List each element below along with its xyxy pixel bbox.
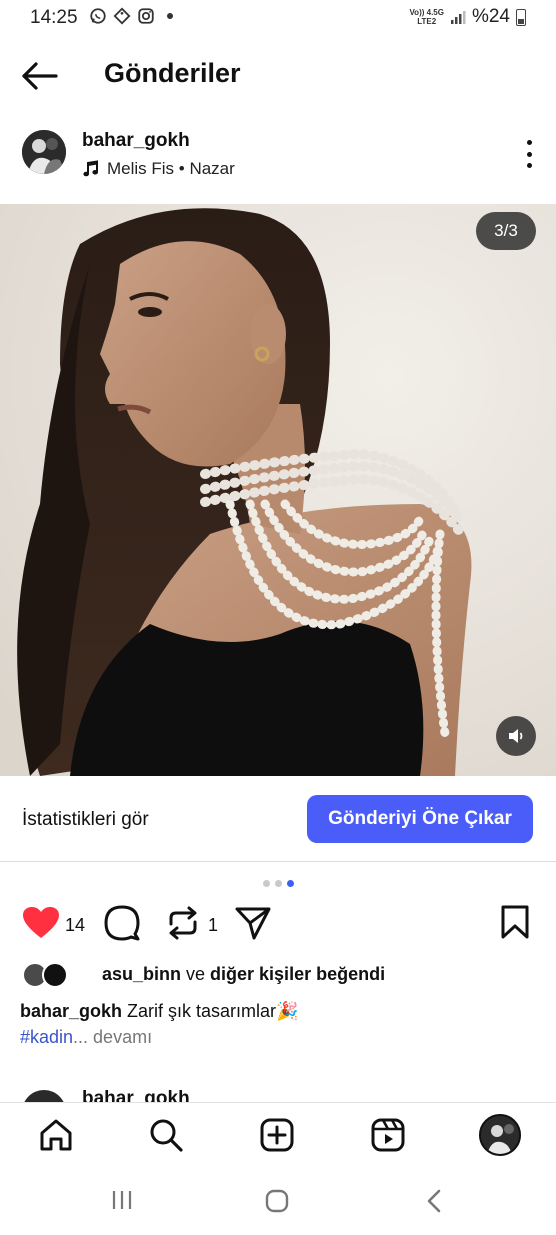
bottom-navigation — [0, 1102, 556, 1166]
status-time: 14:25 — [30, 7, 78, 28]
more-vertical-icon[interactable] — [524, 140, 534, 168]
status-bar: 14:25 Vo)) 4.5G LTE2 %24 — [0, 0, 556, 36]
signal-icon — [450, 11, 466, 24]
carousel-indicator — [263, 880, 294, 887]
caption-hashtag[interactable]: #kadin — [20, 1027, 73, 1047]
battery-percent: %24 — [471, 6, 510, 27]
page-title: Gönderiler — [104, 58, 241, 88]
system-navigation — [0, 1166, 556, 1235]
next-post-header: bahar_gokh — [0, 1084, 556, 1104]
nav-create[interactable] — [259, 1117, 295, 1153]
caption-username[interactable]: bahar_gokh — [20, 1001, 122, 1021]
recent-apps-icon[interactable] — [110, 1188, 134, 1212]
music-label: Melis Fis • Nazar — [107, 159, 235, 178]
avatar — [42, 962, 68, 988]
avatar[interactable] — [22, 130, 66, 174]
liked-by-text: asu_binn ve diğer kişiler beğendi — [102, 964, 385, 985]
battery-icon — [516, 8, 526, 26]
post-music[interactable]: Melis Fis • Nazar — [82, 159, 235, 179]
network-indicator: Vo)) 4.5G LTE2 — [409, 8, 444, 26]
whatsapp-icon — [90, 8, 106, 24]
music-note-icon — [83, 160, 98, 177]
carousel-dot-active — [287, 880, 294, 887]
post-caption: bahar_gokh Zarif şık tasarımlar🎉 #kadin.… — [20, 998, 540, 1050]
carousel-dot — [275, 880, 282, 887]
system-back-icon[interactable] — [424, 1188, 444, 1214]
reels-icon — [371, 1118, 405, 1152]
liked-by-row[interactable]: asu_binn ve diğer kişiler beğendi — [22, 960, 542, 990]
avatar-photo — [22, 130, 66, 174]
post-actions: 14 1 — [0, 900, 556, 950]
repost-icon[interactable] — [164, 904, 202, 942]
avatar — [479, 1114, 521, 1156]
view-insights-link[interactable]: İstatistikleri gör — [22, 809, 149, 831]
status-system-icons: Vo)) 4.5G LTE2 %24 — [409, 6, 526, 28]
nav-home[interactable] — [38, 1117, 74, 1153]
nav-reels[interactable] — [370, 1117, 406, 1153]
heart-filled-icon[interactable] — [22, 906, 60, 940]
plus-square-icon — [260, 1118, 294, 1152]
speaker-icon[interactable] — [496, 716, 536, 756]
comment-icon[interactable] — [103, 904, 141, 942]
post-username[interactable]: bahar_gokh — [82, 130, 190, 152]
boost-post-button[interactable]: Gönderiyi Öne Çıkar — [307, 795, 533, 843]
image-counter: 3/3 — [476, 212, 536, 250]
app-header: Gönderiler — [0, 36, 556, 116]
carousel-dot — [263, 880, 270, 887]
like-count[interactable]: 14 — [65, 915, 85, 936]
arrow-left-icon[interactable] — [20, 58, 60, 94]
caption-more-link[interactable]: ... devamı — [73, 1027, 152, 1047]
post-header: bahar_gokh Melis Fis • Nazar — [0, 116, 556, 204]
repost-count[interactable]: 1 — [208, 915, 218, 936]
post-photo — [0, 204, 556, 776]
nav-search[interactable] — [148, 1117, 184, 1153]
network-top-label: Vo)) 4.5G — [409, 8, 444, 17]
system-home-icon[interactable] — [264, 1188, 290, 1214]
instagram-icon — [138, 8, 154, 24]
liked-by-others[interactable]: diğer kişiler beğendi — [210, 964, 385, 984]
network-bottom-label: LTE2 — [417, 17, 437, 26]
liked-by-user[interactable]: asu_binn — [102, 964, 181, 984]
nav-profile[interactable] — [478, 1113, 522, 1157]
bookmark-icon[interactable] — [500, 904, 530, 940]
liked-by-connector: ve — [181, 964, 211, 984]
post-image[interactable]: 3/3 — [0, 204, 556, 776]
home-icon — [40, 1119, 72, 1151]
status-notification-icons — [89, 7, 173, 25]
caption-text: Zarif şık tasarımlar🎉 — [122, 1001, 299, 1021]
send-icon[interactable] — [234, 904, 272, 942]
tag-icon — [113, 7, 131, 25]
insights-row: İstatistikleri gör Gönderiyi Öne Çıkar — [0, 776, 556, 862]
search-icon — [150, 1119, 183, 1152]
more-notifications-dot — [167, 13, 173, 19]
